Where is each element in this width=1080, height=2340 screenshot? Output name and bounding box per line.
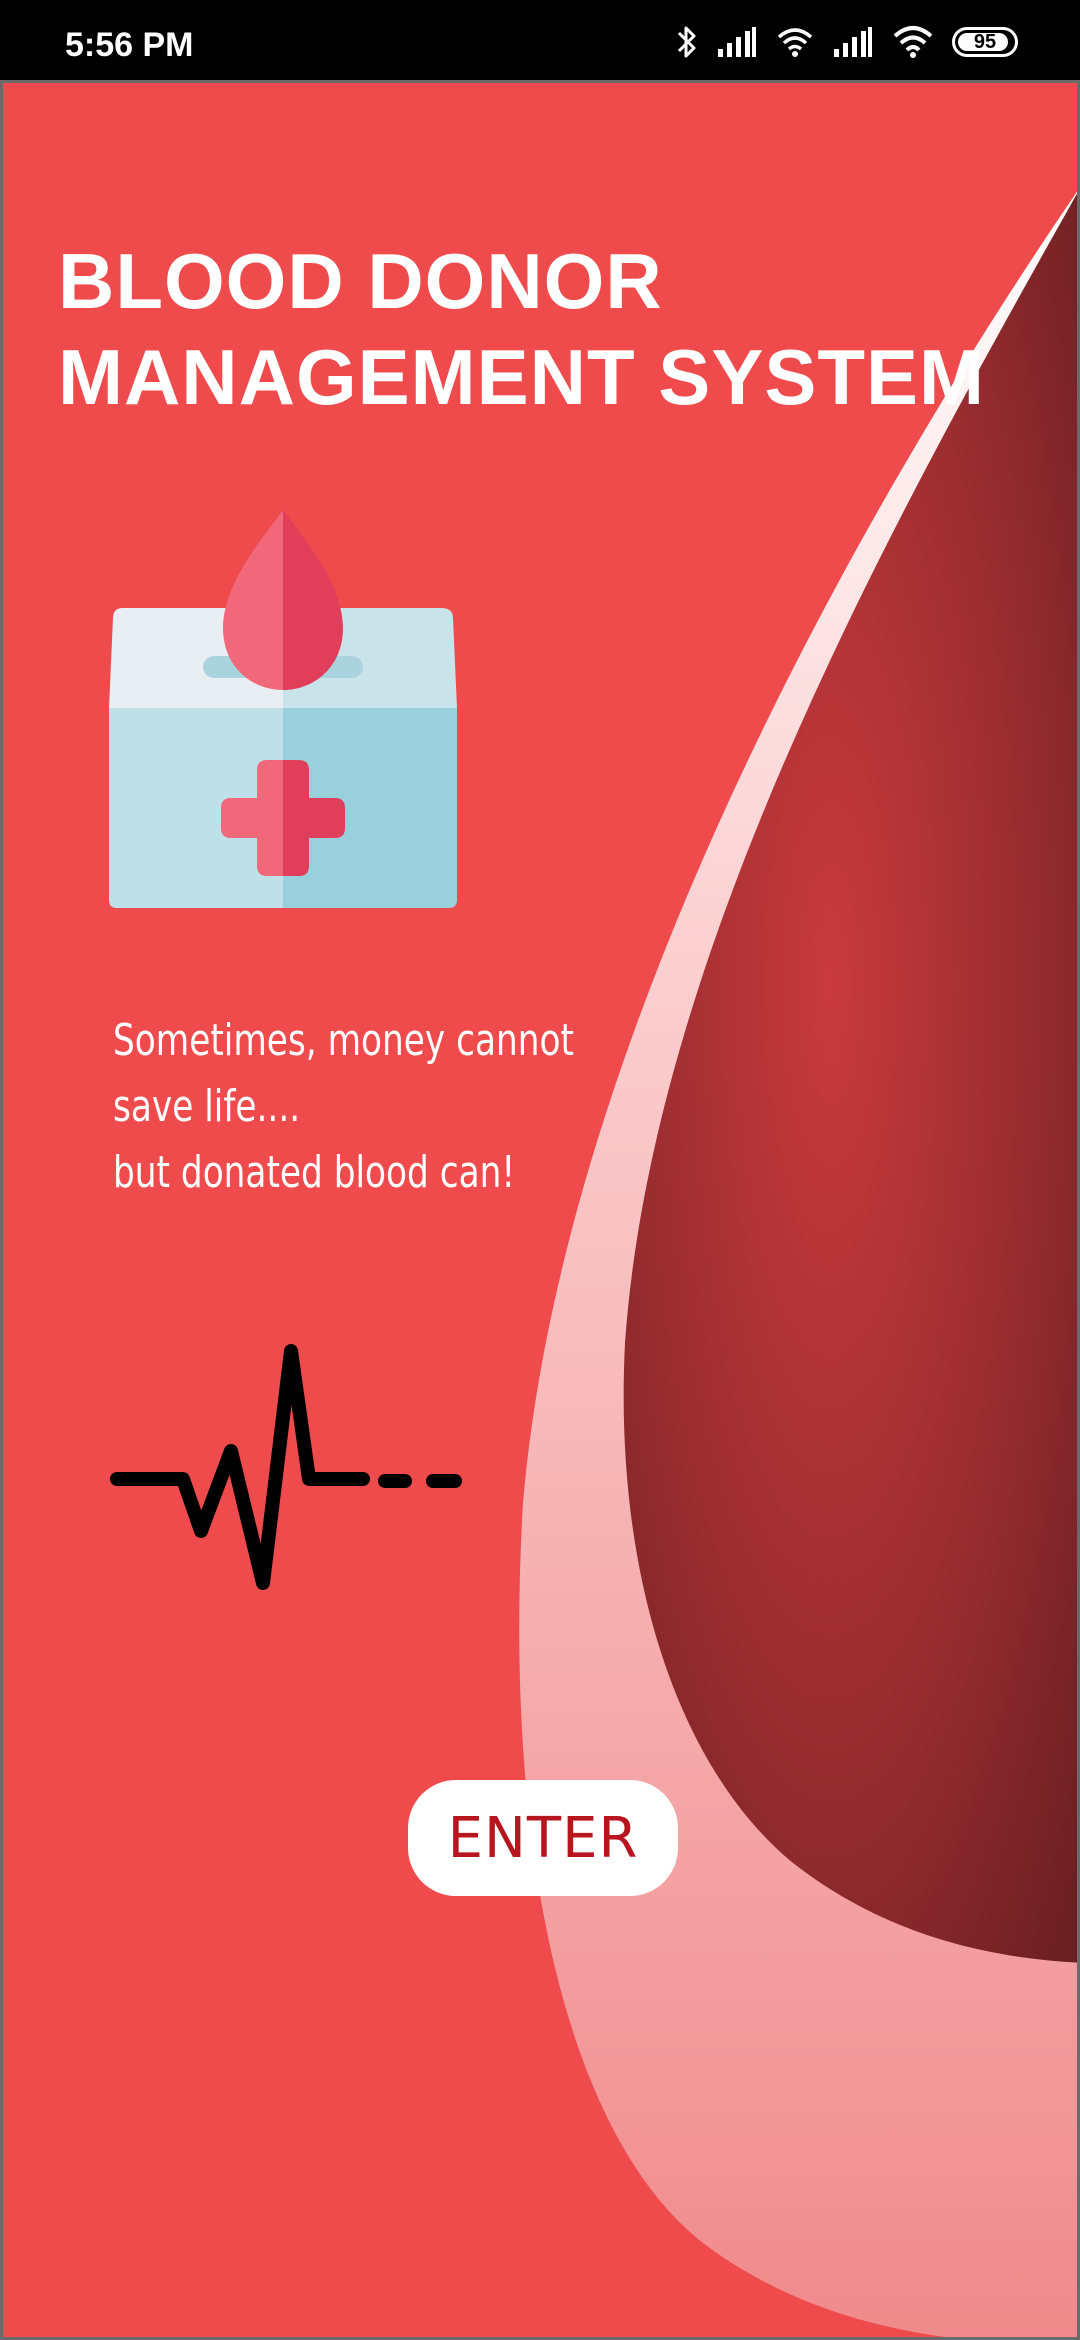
bluetooth-icon [676, 24, 698, 60]
splash-screen: BLOOD DONOR MANAGEMENT SYSTEM Sometimes,… [0, 80, 1080, 2340]
app-title: BLOOD DONOR MANAGEMENT SYSTEM [58, 233, 1018, 425]
title-line-1: BLOOD DONOR [58, 237, 663, 325]
heartbeat-icon [110, 1344, 462, 1590]
tagline-line-2: save life.... [113, 1081, 301, 1132]
wifi-icon [776, 25, 814, 59]
tagline-line-3: but donated blood can! [113, 1147, 516, 1198]
wifi-icon [892, 25, 934, 59]
signal-icon [716, 25, 758, 59]
blood-donation-box-icon [109, 510, 457, 908]
title-line-2: MANAGEMENT SYSTEM [58, 333, 986, 421]
tagline: Sometimes, money cannot save life.... bu… [113, 1008, 574, 1206]
battery-icon: 95 [952, 27, 1018, 57]
battery-level: 95 [973, 30, 997, 53]
enter-button[interactable]: ENTER [408, 1780, 678, 1896]
signal-icon [832, 25, 874, 59]
tagline-line-1: Sometimes, money cannot [113, 1015, 574, 1066]
status-bar: 5:56 PM 95 [0, 0, 1080, 80]
status-icons: 95 [676, 22, 1018, 62]
status-time: 5:56 PM [65, 26, 194, 64]
app-screen: 5:56 PM 95 BLOOD DONOR MANAGEMENT SYSTEM… [0, 0, 1080, 2340]
